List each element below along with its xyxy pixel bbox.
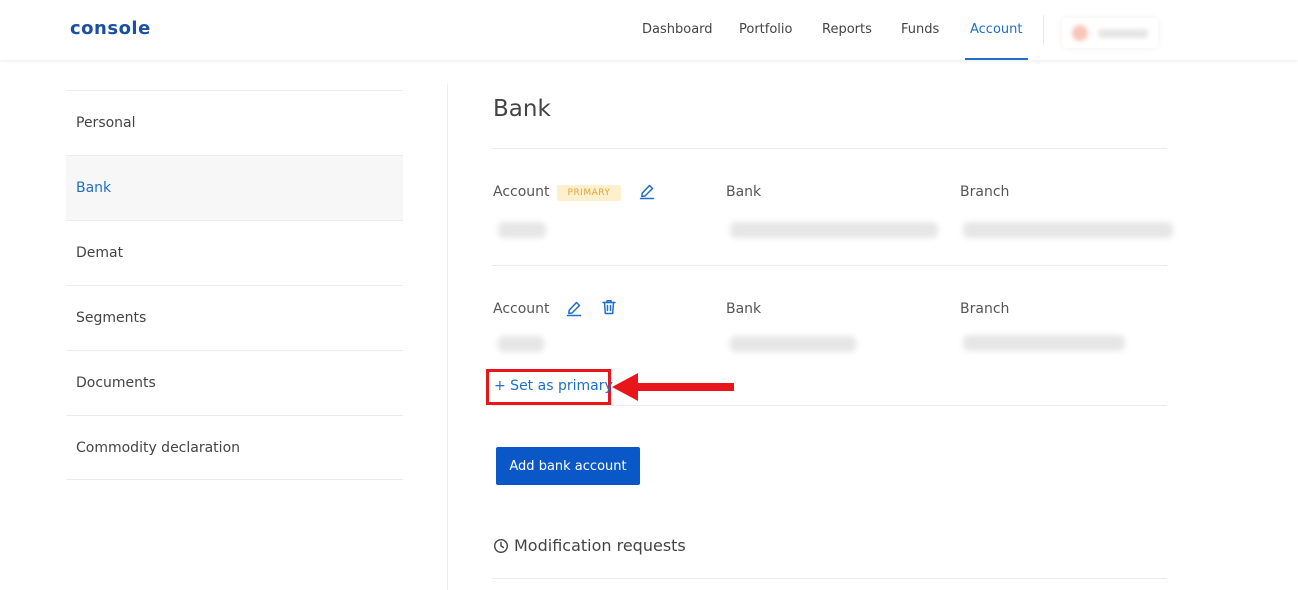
primary-badge: PRIMARY bbox=[557, 185, 621, 201]
page-title: Bank bbox=[493, 96, 551, 122]
user-name-blurred bbox=[1098, 29, 1148, 38]
arrow-annotation bbox=[612, 373, 734, 401]
nav-dashboard[interactable]: Dashboard bbox=[642, 0, 713, 60]
sidebar-item-personal[interactable]: Personal bbox=[66, 90, 403, 155]
nav-reports[interactable]: Reports bbox=[822, 0, 872, 60]
nav-divider bbox=[1043, 15, 1044, 45]
divider bbox=[492, 405, 1167, 406]
modification-requests-heading: Modification requests bbox=[493, 536, 686, 555]
branch-name-blurred bbox=[963, 222, 1173, 238]
branch-label: Branch bbox=[960, 301, 1010, 317]
divider bbox=[492, 148, 1167, 149]
user-menu[interactable] bbox=[1062, 18, 1158, 48]
account-sidebar: Personal Bank Demat Segments Documents C… bbox=[66, 90, 403, 480]
account-number-blurred bbox=[498, 336, 544, 352]
nav-funds[interactable]: Funds bbox=[901, 0, 939, 60]
edit-icon[interactable] bbox=[638, 182, 656, 200]
bank-name-blurred bbox=[730, 336, 856, 352]
branch-label: Branch bbox=[960, 184, 1010, 200]
top-header: console Dashboard Portfolio Reports Fund… bbox=[0, 0, 1298, 60]
bank-label: Bank bbox=[726, 301, 762, 317]
sidebar-item-segments[interactable]: Segments bbox=[66, 285, 403, 350]
bank-name-blurred bbox=[730, 222, 938, 238]
divider bbox=[492, 578, 1167, 579]
avatar bbox=[1072, 25, 1088, 41]
set-as-primary-link[interactable]: + Set as primary bbox=[494, 378, 613, 394]
account-label: Account bbox=[493, 301, 550, 317]
sidebar-item-bank[interactable]: Bank bbox=[66, 155, 403, 220]
sidebar-item-documents[interactable]: Documents bbox=[66, 350, 403, 415]
clock-icon bbox=[493, 538, 509, 553]
edit-icon[interactable] bbox=[565, 299, 583, 317]
sidebar-item-commodity-declaration[interactable]: Commodity declaration bbox=[66, 415, 403, 480]
account-number-blurred bbox=[498, 222, 546, 238]
nav-account[interactable]: Account bbox=[965, 0, 1027, 60]
modification-requests-label: Modification requests bbox=[514, 536, 686, 555]
vertical-divider bbox=[447, 84, 448, 590]
account-label: Account bbox=[493, 184, 550, 200]
sidebar-item-demat[interactable]: Demat bbox=[66, 220, 403, 285]
trash-icon[interactable] bbox=[600, 298, 618, 316]
nav-portfolio[interactable]: Portfolio bbox=[739, 0, 792, 60]
branch-name-blurred bbox=[963, 335, 1125, 351]
divider bbox=[492, 265, 1167, 266]
console-logo[interactable]: console bbox=[70, 18, 151, 39]
add-bank-account-button[interactable]: Add bank account bbox=[496, 447, 640, 485]
bank-label: Bank bbox=[726, 184, 762, 200]
